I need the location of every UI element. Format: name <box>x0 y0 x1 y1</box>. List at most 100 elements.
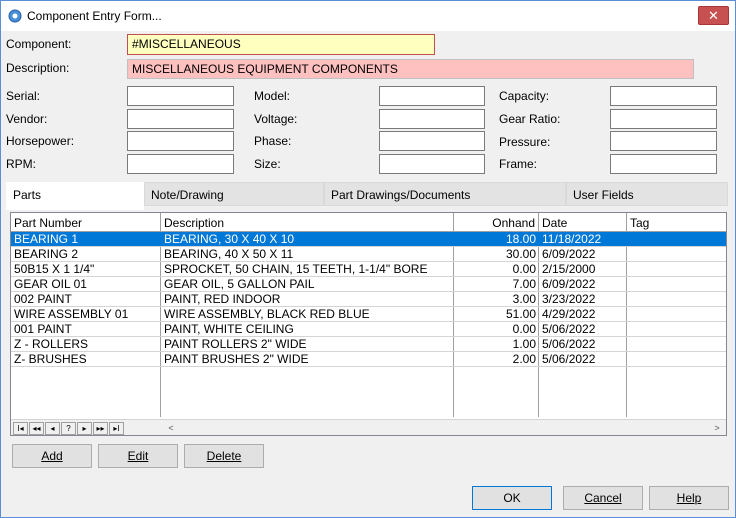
capacity-label: Capacity: <box>499 89 550 103</box>
pressure-field[interactable] <box>610 131 717 151</box>
delete-button[interactable]: Delete <box>184 444 264 468</box>
scroll-right-icon[interactable]: > <box>711 422 723 435</box>
cell-onhand: 3.00 <box>512 292 536 306</box>
cell-date: 5/06/2022 <box>542 337 596 351</box>
cell-onhand: 30.00 <box>505 247 536 261</box>
cell-part-number: 001 PAINT <box>14 322 72 336</box>
cell-part-number: WIRE ASSEMBLY 01 <box>14 307 129 321</box>
cell-description: BEARING, 30 X 40 X 10 <box>164 232 295 246</box>
cell-description: PAINT BRUSHES 2" WIDE <box>164 352 309 366</box>
column-header-date[interactable]: Date <box>539 213 627 232</box>
edit-button[interactable]: Edit <box>98 444 178 468</box>
capacity-field[interactable] <box>610 86 717 106</box>
cell-part-number: Z- BRUSHES <box>14 352 87 366</box>
cell-date: 2/15/2000 <box>542 262 596 276</box>
first-record-icon[interactable]: I◂ <box>13 422 28 435</box>
cell-part-number: 002 PAINT <box>14 292 72 306</box>
cell-part-number: 50B15 X 1 1/4" <box>14 262 95 276</box>
cell-tag <box>627 322 726 337</box>
cell-onhand: 51.00 <box>505 307 536 321</box>
serial-field[interactable] <box>127 86 234 106</box>
table-row[interactable]: GEAR OIL 01 GEAR OIL, 5 GALLON PAIL 7.00 6/… <box>11 277 726 292</box>
cell-tag <box>627 232 726 247</box>
cell-onhand: 2.00 <box>512 352 536 366</box>
gear-app-icon <box>8 9 22 23</box>
vendor-label: Vendor: <box>6 112 48 126</box>
title-bar: Component Entry Form... ✕ <box>1 1 735 31</box>
ok-button[interactable]: OK <box>472 486 552 510</box>
description-field[interactable]: MISCELLANEOUS EQUIPMENT COMPONENTS <box>127 59 694 79</box>
help-button[interactable]: Help <box>649 486 729 510</box>
cancel-button[interactable]: Cancel <box>563 486 643 510</box>
tab-strip: Parts Note/Drawing Part Drawings/Documen… <box>6 182 728 210</box>
find-record-icon[interactable]: ? <box>61 422 76 435</box>
cell-tag <box>627 337 726 352</box>
cell-tag <box>627 247 726 262</box>
add-button-label: Add <box>41 449 63 463</box>
frame-field[interactable] <box>610 154 717 174</box>
window-title: Component Entry Form... <box>27 9 162 23</box>
help-button-label: Help <box>676 491 702 505</box>
frame-label: Frame: <box>499 157 538 171</box>
cell-onhand: 1.00 <box>512 337 536 351</box>
tab-part-drawings-documents[interactable]: Part Drawings/Documents <box>324 182 566 206</box>
cell-description: BEARING, 40 X 50 X 11 <box>164 247 294 261</box>
cell-description: PAINT, WHITE CEILING <box>164 322 294 336</box>
close-button[interactable]: ✕ <box>698 6 729 25</box>
scroll-left-icon[interactable]: < <box>165 422 177 435</box>
vendor-field[interactable] <box>127 109 234 129</box>
parts-grid[interactable]: Part Number Description Onhand Date Tag … <box>10 212 727 436</box>
horsepower-field[interactable] <box>127 131 234 151</box>
cell-part-number: Z - ROLLERS <box>14 337 89 351</box>
cell-onhand: 0.00 <box>512 262 536 276</box>
model-field[interactable] <box>379 86 485 106</box>
next-page-icon[interactable]: ▸▸ <box>93 422 108 435</box>
tab-note-drawing[interactable]: Note/Drawing <box>144 182 324 206</box>
table-row[interactable]: Z- BRUSHES PAINT BRUSHES 2" WIDE 2.00 5/06/… <box>11 352 726 367</box>
tab-user-fields[interactable]: User Fields <box>566 182 728 206</box>
table-row[interactable]: 002 PAINT PAINT, RED INDOOR 3.00 3/23/2022 <box>11 292 726 307</box>
column-header-tag[interactable]: Tag <box>627 213 726 232</box>
cell-date: 11/18/2022 <box>542 232 602 246</box>
cell-part-number: BEARING 1 <box>14 232 79 246</box>
phase-field[interactable] <box>379 131 485 151</box>
table-row[interactable]: BEARING 2 BEARING, 40 X 50 X 11 30.00 6/09/… <box>11 247 726 262</box>
column-header-onhand[interactable]: Onhand <box>454 213 539 232</box>
cell-tag <box>627 352 726 367</box>
previous-page-icon[interactable]: ◂◂ <box>29 422 44 435</box>
delete-button-label: Delete <box>206 449 242 463</box>
component-entry-window: Component Entry Form... ✕ Component: #MI… <box>0 0 736 518</box>
next-record-icon[interactable]: ▸ <box>77 422 92 435</box>
tab-parts[interactable]: Parts <box>6 182 144 210</box>
cancel-button-label: Cancel <box>584 491 622 505</box>
cell-onhand: 0.00 <box>512 322 536 336</box>
voltage-field[interactable] <box>379 109 485 129</box>
component-field[interactable]: #MISCELLANEOUS <box>127 34 435 55</box>
table-row[interactable]: WIRE ASSEMBLY 01 WIRE ASSEMBLY, BLACK RED… <box>11 307 726 322</box>
cell-onhand: 7.00 <box>512 277 536 291</box>
add-button[interactable]: Add <box>12 444 92 468</box>
rpm-field[interactable] <box>127 154 234 174</box>
size-field[interactable] <box>379 154 485 174</box>
pressure-label: Pressure: <box>499 135 551 149</box>
component-label: Component: <box>6 37 72 51</box>
gear-ratio-field[interactable] <box>610 109 717 129</box>
cell-tag <box>627 292 726 307</box>
cell-tag <box>627 277 726 292</box>
table-row[interactable]: Z - ROLLERS PAINT ROLLERS 2" WIDE 1.00 5/06… <box>11 337 726 352</box>
cell-date: 4/29/2022 <box>542 307 596 321</box>
cell-date: 6/09/2022 <box>542 277 596 291</box>
cell-description: PAINT ROLLERS 2" WIDE <box>164 337 307 351</box>
column-header-part-number[interactable]: Part Number <box>11 213 161 232</box>
cell-description: SPROCKET, 50 CHAIN, 15 TEETH, 1-1/4" BOR… <box>164 262 428 276</box>
last-record-icon[interactable]: ▸I <box>109 422 124 435</box>
table-row[interactable]: 001 PAINT PAINT, WHITE CEILING 0.00 5/06/20… <box>11 322 726 337</box>
cell-description: PAINT, RED INDOOR <box>164 292 281 306</box>
previous-record-icon[interactable]: ◂ <box>45 422 60 435</box>
size-label: Size: <box>254 157 281 171</box>
table-row[interactable]: BEARING 1 BEARING, 30 X 40 X 10 18.00 11/18… <box>11 232 726 247</box>
table-row[interactable]: 50B15 X 1 1/4" SPROCKET, 50 CHAIN, 15 TEE… <box>11 262 726 277</box>
serial-label: Serial: <box>6 89 41 103</box>
cell-date: 5/06/2022 <box>542 322 596 336</box>
column-header-description[interactable]: Description <box>161 213 454 232</box>
